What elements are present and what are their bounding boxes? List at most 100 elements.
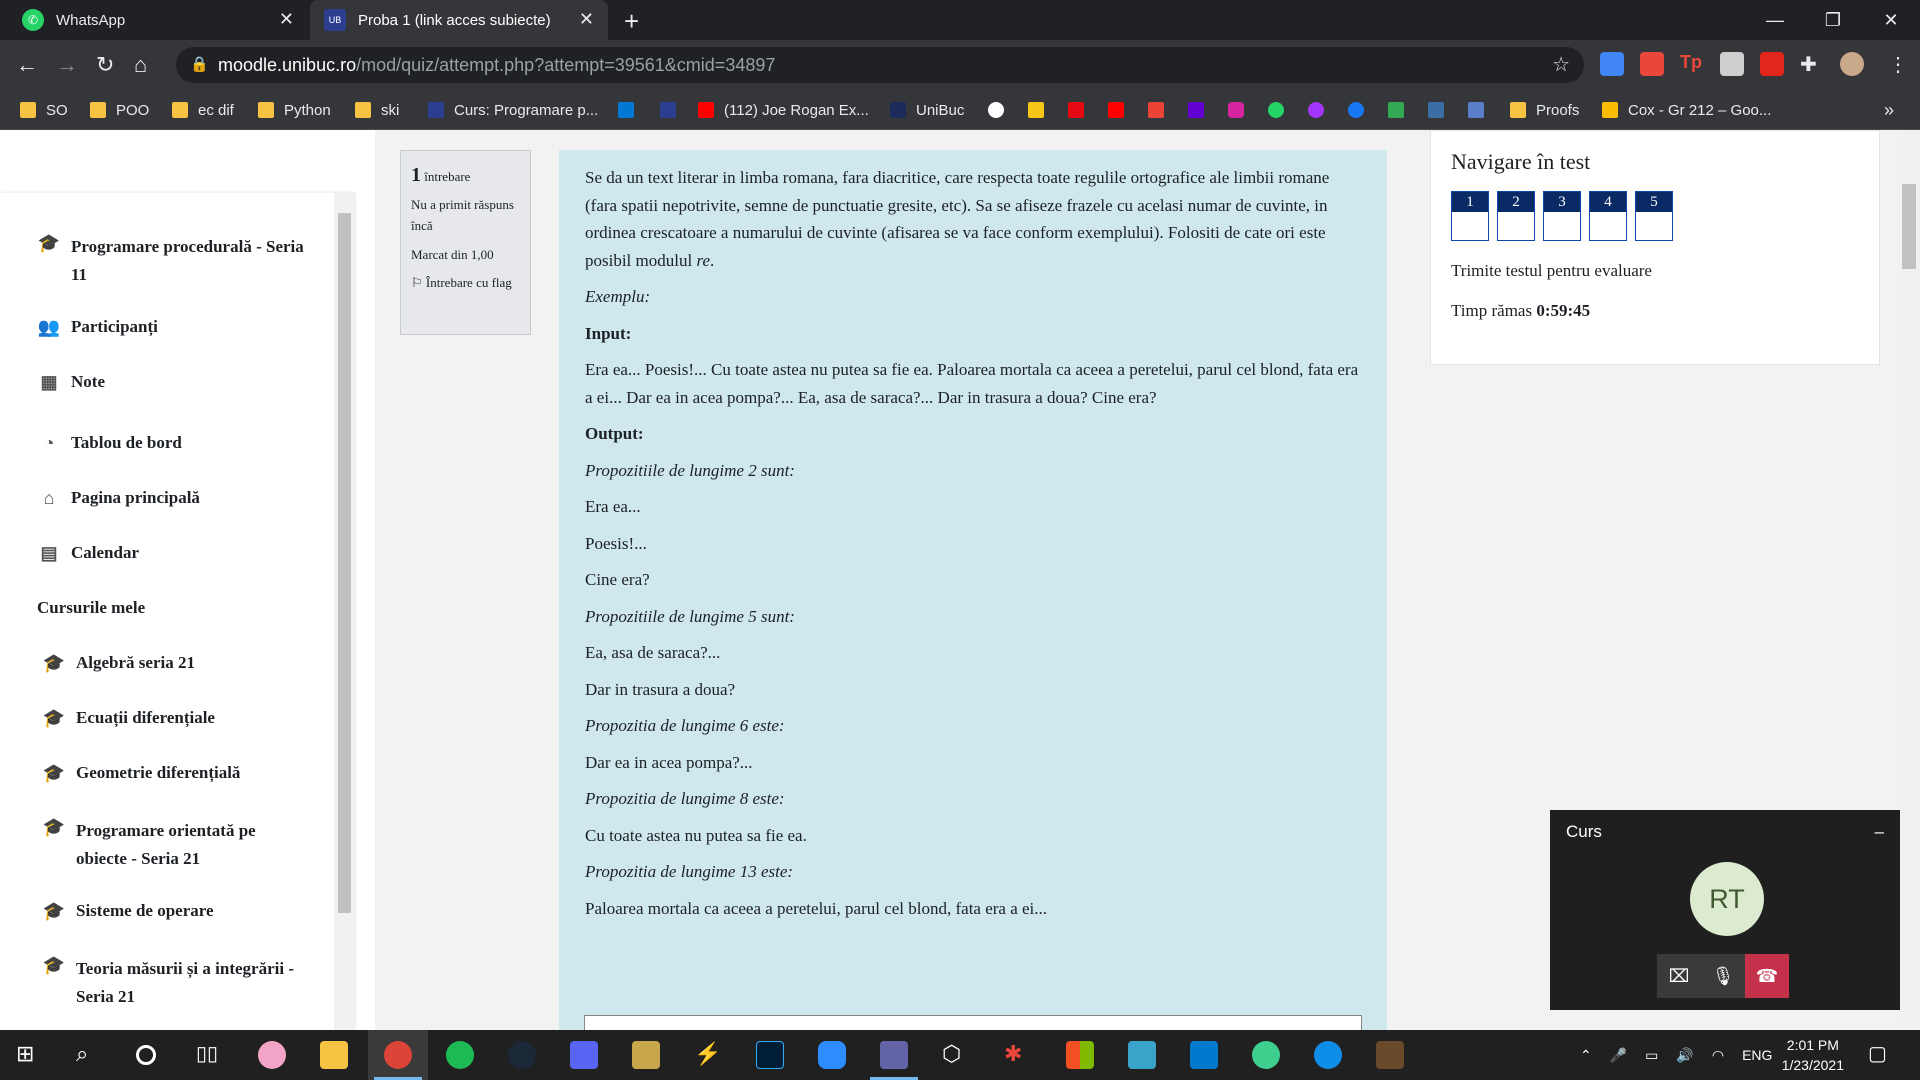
mic-off-icon[interactable]: 🎙 — [1701, 954, 1745, 998]
spider-icon[interactable]: ✱ — [1004, 1041, 1032, 1069]
browser-menu-icon[interactable]: ⋮ — [1888, 52, 1908, 77]
wifi-icon[interactable]: ◠ — [1712, 1047, 1724, 1064]
spotify-icon[interactable] — [446, 1041, 474, 1069]
pdf-extension-icon[interactable] — [1760, 52, 1784, 76]
reload-icon[interactable]: ↻ — [96, 52, 114, 78]
print-extension-icon[interactable] — [1720, 52, 1744, 76]
scrollbar-thumb[interactable] — [1902, 184, 1916, 269]
microphone-icon[interactable]: 🎤 — [1610, 1047, 1627, 1064]
sidebar-item-home[interactable]: ⌂ Pagina principală — [37, 488, 200, 509]
close-window-button[interactable]: ✕ — [1862, 0, 1920, 40]
bookmark-so[interactable]: SO — [20, 98, 68, 122]
forward-arrow-icon[interactable]: → — [56, 52, 78, 78]
minimize-call-button[interactable]: – — [1875, 822, 1884, 842]
search-icon[interactable]: ⌕ — [76, 1041, 104, 1069]
home-icon[interactable]: ⌂ — [134, 52, 147, 78]
file-explorer-icon[interactable] — [320, 1041, 348, 1069]
bookmark-unibuc[interactable]: UniBuc — [890, 98, 964, 122]
tab-whatsapp[interactable]: ✆ WhatsApp ✕ — [8, 0, 308, 40]
close-icon[interactable]: ✕ — [579, 9, 594, 30]
cortana-icon[interactable] — [136, 1045, 156, 1065]
bookmark-yahoo-mail[interactable] — [1188, 98, 1214, 122]
teamviewer-icon[interactable] — [1314, 1041, 1342, 1069]
s-app-icon[interactable] — [1128, 1041, 1156, 1069]
sidebar-course-algebra[interactable]: 🎓 Algebră seria 21 — [42, 653, 195, 674]
back-arrow-icon[interactable]: ← — [16, 52, 38, 78]
bookmark-whatsapp[interactable] — [1268, 98, 1294, 122]
bookmark-curs[interactable]: Curs: Programare p... — [428, 98, 598, 122]
bookmark-gmail[interactable] — [1148, 98, 1174, 122]
question-nav-button-5[interactable]: 5 — [1635, 191, 1673, 241]
bookmark-drive[interactable] — [1388, 98, 1414, 122]
volume-icon[interactable]: 🔊 — [1676, 1047, 1693, 1064]
sidebar-course-ecuatii[interactable]: 🎓 Ecuații diferențiale — [42, 708, 215, 729]
sidebar-item-grades[interactable]: ▦ Note — [37, 372, 105, 393]
bookmark-site-1[interactable] — [988, 98, 1014, 122]
flag-question-button[interactable]: ⚐ Întrebare cu flag — [411, 273, 520, 294]
language-indicator[interactable]: ENG — [1742, 1047, 1772, 1063]
game-icon[interactable] — [1376, 1041, 1404, 1069]
chrome-icon[interactable] — [384, 1041, 412, 1069]
tray-chevron-icon[interactable]: ⌃ — [1580, 1047, 1592, 1064]
minimize-window-button[interactable]: — — [1746, 0, 1804, 40]
close-icon[interactable]: ✕ — [279, 9, 294, 30]
paint-icon[interactable] — [258, 1041, 286, 1069]
bookmark-ub[interactable] — [660, 98, 686, 122]
address-bar[interactable]: 🔒 moodle.unibuc.ro/mod/quiz/attempt.php?… — [176, 47, 1584, 83]
bookmark-site-2[interactable] — [1468, 98, 1494, 122]
lock-icon[interactable]: 🔒 — [190, 55, 209, 73]
sidebar-item-participants[interactable]: 👥 Participanți — [37, 317, 158, 338]
bookmark-ski[interactable]: ski — [355, 98, 399, 122]
sidebar-item-course[interactable]: 🎓 Programare procedurală - Seria 11 — [37, 233, 311, 289]
bookmark-messenger[interactable] — [1308, 98, 1334, 122]
bookmark-ec-dif[interactable]: ec dif — [172, 98, 234, 122]
tab-quiz[interactable]: UB Proba 1 (link acces subiecte) ✕ — [310, 0, 608, 40]
new-tab-button[interactable]: + — [624, 6, 639, 37]
extensions-puzzle-icon[interactable]: ✚ — [1800, 52, 1824, 76]
sidebar-course-geometrie[interactable]: 🎓 Geometrie diferențială — [42, 763, 241, 784]
task-view-icon[interactable]: ▯▯ — [196, 1041, 224, 1069]
steam-icon[interactable] — [508, 1041, 536, 1069]
system-clock[interactable]: 2:01 PM 1/23/2021 — [1782, 1035, 1844, 1075]
submit-quiz-link[interactable]: Trimite testul pentru evaluare — [1451, 261, 1859, 281]
sidebar-scrollbar[interactable] — [334, 193, 355, 1030]
zoom-icon[interactable] — [818, 1041, 846, 1069]
bookmark-facebook[interactable] — [1348, 98, 1374, 122]
office-icon[interactable] — [1066, 1041, 1094, 1069]
bookmark-outlook[interactable] — [618, 98, 644, 122]
sidebar-course-poo[interactable]: 🎓 Programare orientată pe obiecte - Seria… — [42, 817, 306, 873]
bookmark-imdb[interactable] — [1028, 98, 1054, 122]
question-nav-button-3[interactable]: 3 — [1543, 191, 1581, 241]
question-nav-button-2[interactable]: 2 — [1497, 191, 1535, 241]
bookmark-star-icon[interactable]: ☆ — [1552, 52, 1570, 77]
question-nav-button-1[interactable]: 1 — [1451, 191, 1489, 241]
bookmark-instagram[interactable] — [1228, 98, 1254, 122]
sidebar-item-calendar[interactable]: ▤ Calendar — [37, 543, 139, 564]
lightning-app-icon[interactable]: ⚡ — [694, 1041, 722, 1069]
question-nav-button-4[interactable]: 4 — [1589, 191, 1627, 241]
sidebar-item-dashboard[interactable]: ◔ Tablou de bord — [37, 433, 182, 454]
camera-off-icon[interactable]: ⌧ — [1657, 954, 1701, 998]
discord-icon[interactable] — [570, 1041, 598, 1069]
restore-window-button[interactable]: ❐ — [1804, 0, 1862, 40]
tp-extension-icon[interactable]: Tp — [1680, 52, 1704, 76]
bookmark-proofs[interactable]: Proofs — [1510, 98, 1579, 122]
bookmark-cox[interactable]: Cox - Gr 212 – Goo... — [1602, 98, 1771, 122]
page-scrollbar[interactable] — [1898, 130, 1920, 1030]
teams-icon[interactable] — [880, 1041, 908, 1069]
bookmark-netflix[interactable] — [1068, 98, 1094, 122]
atom-icon[interactable] — [1252, 1041, 1280, 1069]
chart-extension-icon[interactable] — [1640, 52, 1664, 76]
bookmark-fl[interactable] — [1428, 98, 1454, 122]
virtualbox-icon[interactable]: ⬡ — [942, 1041, 970, 1069]
translate-extension-icon[interactable] — [1600, 52, 1624, 76]
windows-start-icon[interactable]: ⊞ — [16, 1041, 44, 1069]
bookmark-youtube[interactable] — [1108, 98, 1134, 122]
league-icon[interactable] — [632, 1041, 660, 1069]
battery-icon[interactable]: ▭ — [1645, 1047, 1658, 1064]
vscode-icon[interactable] — [1190, 1041, 1218, 1069]
hang-up-button[interactable]: ☎ — [1745, 954, 1789, 998]
sidebar-course-so[interactable]: 🎓 Sisteme de operare — [42, 901, 214, 922]
profile-avatar[interactable] — [1840, 52, 1864, 76]
scrollbar-thumb[interactable] — [338, 213, 351, 913]
